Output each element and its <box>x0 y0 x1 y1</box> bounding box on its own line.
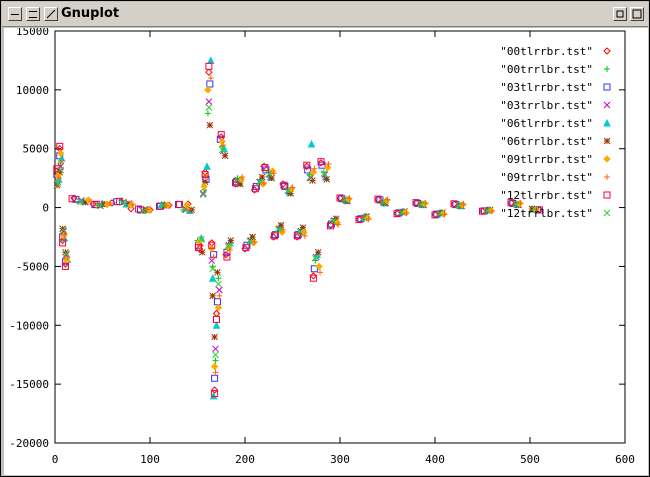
menu-icon <box>11 14 19 15</box>
legend-marker <box>604 66 610 72</box>
legend-label: "03trrlbr.tst" <box>500 99 593 112</box>
legend-marker <box>603 209 611 217</box>
data-point <box>212 321 221 329</box>
data-point <box>258 173 266 181</box>
title-bar[interactable]: Gnuplot <box>2 2 648 27</box>
data-point <box>211 374 219 382</box>
data-point <box>201 168 209 176</box>
y-tick-label: 10000 <box>16 84 49 97</box>
window-menu-button[interactable] <box>8 7 22 21</box>
legend-label: "06trrlbr.tst" <box>500 135 593 148</box>
data-point <box>212 345 219 353</box>
legend-marker <box>603 118 611 127</box>
data-point <box>215 280 222 288</box>
data-point <box>205 104 213 111</box>
minimize-button[interactable] <box>613 7 627 21</box>
data-point <box>314 248 322 256</box>
data-point <box>218 137 226 146</box>
shade-icon <box>29 11 37 12</box>
y-tick-label: 0 <box>42 202 49 215</box>
legend-label: "06tlrrbr.tst" <box>500 117 593 130</box>
data-point <box>210 386 219 394</box>
data-point <box>216 292 223 299</box>
x-tick-label: 600 <box>615 453 635 466</box>
data-point <box>204 86 212 94</box>
window-resize-button[interactable] <box>44 7 58 21</box>
data-point <box>323 175 331 183</box>
legend-marker <box>604 174 610 180</box>
data-point <box>208 245 216 253</box>
legend-marker <box>603 83 611 91</box>
x-tick-label: 300 <box>330 453 350 466</box>
maximize-icon <box>632 9 642 19</box>
data-point <box>206 80 214 88</box>
y-tick-label: 5000 <box>23 143 50 156</box>
data-point <box>309 272 318 280</box>
data-point <box>207 75 214 82</box>
data-point <box>205 62 213 70</box>
legend-label: "09trrlbr.tst" <box>500 171 593 184</box>
legend-label: "12trrlbr.tst" <box>500 207 593 220</box>
legend-label: "00trrlbr.tst" <box>500 63 593 76</box>
maximize-button[interactable] <box>630 7 644 21</box>
shade-icon-line <box>29 17 37 18</box>
data-point <box>210 254 217 261</box>
data-point <box>210 362 219 371</box>
data-point <box>208 239 216 247</box>
data-point <box>212 369 219 376</box>
data-point <box>205 68 213 76</box>
x-tick-label: 500 <box>520 453 540 466</box>
legend-label: "00tlrrbr.tst" <box>500 45 593 58</box>
data-point <box>212 309 221 318</box>
data-point <box>221 152 229 160</box>
scatter-chart: -20000 -15000 -10000 -5000 0 5000 10000 15000 0 1… <box>9 28 635 466</box>
data-point <box>206 56 215 64</box>
data-point <box>203 162 211 170</box>
y-tick-label: -15000 <box>9 378 49 391</box>
minimize-icon <box>616 10 624 18</box>
x-tick-label: 200 <box>235 453 255 466</box>
data-point <box>212 351 219 359</box>
legend-marker <box>603 137 611 145</box>
y-tick-label: -5000 <box>16 260 49 273</box>
data-point <box>215 286 223 294</box>
y-tick-label: 15000 <box>16 28 49 38</box>
data-point <box>204 110 211 117</box>
legend-marker <box>603 191 611 199</box>
data-point <box>213 298 221 306</box>
data-point <box>208 274 217 282</box>
data-point <box>205 98 213 105</box>
data-point <box>214 303 223 312</box>
data-point <box>212 357 219 364</box>
resize-icon <box>46 9 56 19</box>
data-point <box>211 333 218 341</box>
gnuplot-window: Gnuplot -20000 -15000 -10000 -5000 0 5000 1000… <box>0 0 650 477</box>
data-point <box>206 121 214 129</box>
x-tick-label: 100 <box>140 453 160 466</box>
data-point <box>215 275 222 282</box>
legend-label: "12tlrrbr.tst" <box>500 189 593 202</box>
data-point <box>199 190 207 197</box>
window-shade-button[interactable] <box>26 7 40 21</box>
legend-label: "03tlrrbr.tst" <box>500 81 593 94</box>
legend-marker <box>603 47 611 55</box>
plot-area: -20000 -15000 -10000 -5000 0 5000 10000 15000 0 1… <box>4 28 648 475</box>
y-tick-label: -10000 <box>9 319 49 332</box>
data-point <box>214 268 221 276</box>
legend-marker <box>603 101 611 109</box>
data-point <box>227 237 235 244</box>
data-point <box>209 292 217 300</box>
x-tick-label: 400 <box>425 453 445 466</box>
data-point <box>317 269 324 276</box>
data-point <box>323 163 332 172</box>
data-point <box>307 139 316 148</box>
legend-label: "09tlrrbr.tst" <box>500 153 593 166</box>
y-tick-label: -20000 <box>9 437 49 450</box>
legend-marker <box>603 155 611 163</box>
data-point <box>199 191 207 198</box>
window-title: Gnuplot <box>61 6 120 21</box>
x-tick-label: 0 <box>52 453 59 466</box>
